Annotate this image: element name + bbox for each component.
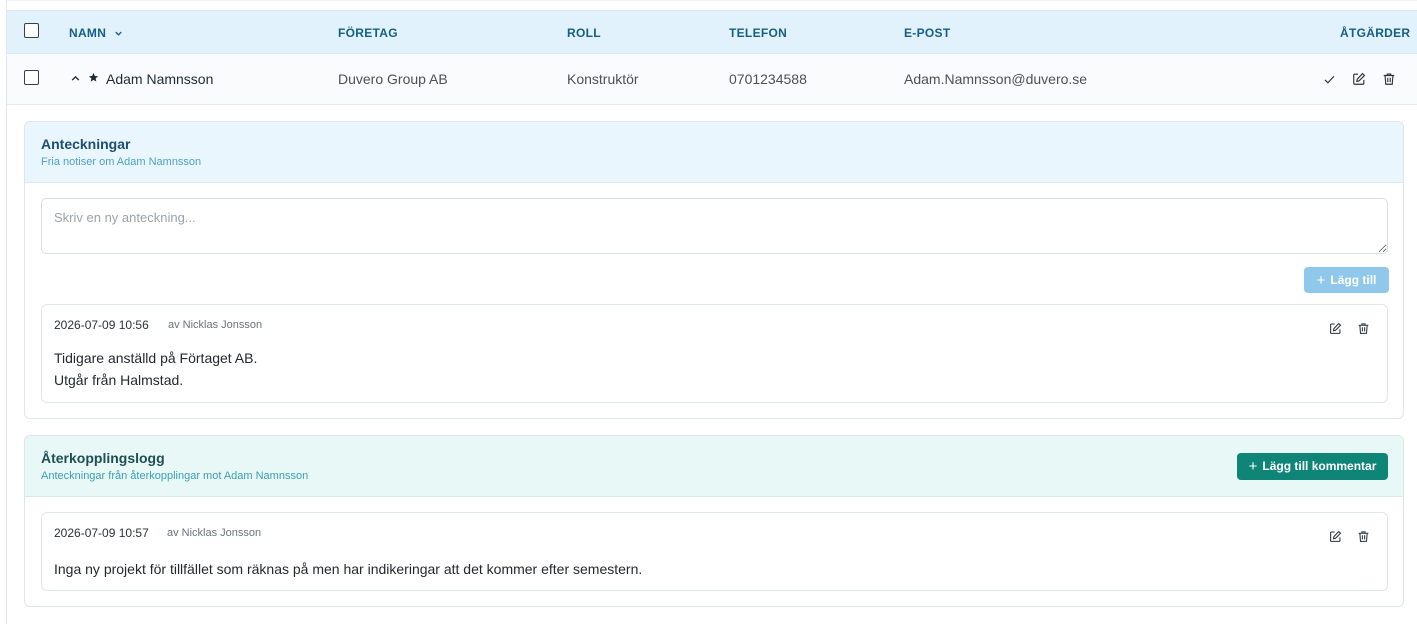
row-checkbox[interactable] [24,70,39,85]
select-all-checkbox[interactable] [24,23,39,38]
table-header: NAMN FÖRETAG ROLL TELEFON E-POST ÅTGÄRDE… [7,10,1417,54]
feedback-date: 2026-07-09 10:57 [54,526,149,540]
add-comment-button[interactable]: + Lägg till kommentar [1237,453,1388,480]
add-comment-label: Lägg till kommentar [1262,459,1377,473]
notes-subtitle: Fria notiser om Adam Namnsson [41,156,202,168]
edit-icon[interactable] [1352,72,1366,86]
chevron-up-icon[interactable] [70,73,81,84]
feedback-log-panel: Återkopplingslogg Anteckningar från åter… [24,435,1404,607]
feedback-text: Inga ny projekt för tillfället som räkna… [54,561,643,577]
trash-icon[interactable] [1357,322,1370,335]
note-author: av Nicklas Jonsson [168,319,263,331]
add-note-label: Lägg till [1330,272,1377,287]
contact-company: Duvero Group AB [338,71,448,87]
plus-icon: + [1248,458,1258,475]
new-note-input[interactable] [41,198,1388,254]
trash-icon[interactable] [1357,530,1370,543]
feedback-log-subtitle: Anteckningar från återkopplingar mot Ada… [41,470,309,482]
note-text: Tidigare anställd på Förtaget AB. Utgår … [54,347,257,391]
column-header-actions: ÅTGÄRDER [1340,26,1411,40]
contact-role: Konstruktör [567,71,639,87]
column-header-email[interactable]: E-POST [904,26,950,40]
column-header-role[interactable]: ROLL [567,26,601,40]
contact-email: Adam.Namnsson@duvero.se [904,71,1088,87]
column-header-phone[interactable]: TELEFON [729,26,787,40]
notes-title: Anteckningar [41,136,131,152]
chevron-down-icon [114,29,123,38]
column-header-name-label: NAMN [69,26,107,40]
feedback-author: av Nicklas Jonsson [167,527,262,539]
edit-icon[interactable] [1329,322,1342,335]
feedback-entry: 2026-07-09 10:57 av Nicklas Jonsson Inga… [41,512,1388,591]
table-row[interactable]: Adam Namnsson Duvero Group AB Konstruktö… [7,54,1417,105]
column-header-company[interactable]: FÖRETAG [338,26,398,40]
note-text-line: Utgår från Halmstad. [54,372,184,388]
note-entry: 2026-07-09 10:56 av Nicklas Jonsson Tidi… [41,304,1388,403]
plus-icon: + [1316,271,1326,289]
check-icon[interactable] [1323,73,1336,86]
contact-name[interactable]: Adam Namnsson [106,71,213,87]
trash-icon[interactable] [1382,72,1396,86]
note-text-line: Tidigare anställd på Förtaget AB. [54,350,258,366]
contact-phone: 0701234588 [729,71,807,87]
notes-panel: Anteckningar Fria notiser om Adam Namnss… [24,121,1404,419]
feedback-log-title: Återkopplingslogg [41,450,165,466]
edit-icon[interactable] [1329,530,1342,543]
note-date: 2026-07-09 10:56 [54,318,149,332]
star-icon[interactable] [88,72,99,83]
contacts-table: NAMN FÖRETAG ROLL TELEFON E-POST ÅTGÄRDE… [6,0,1417,624]
notes-panel-header: Anteckningar Fria notiser om Adam Namnss… [25,122,1403,183]
column-header-name[interactable]: NAMN [69,26,123,40]
add-note-button[interactable]: + Lägg till [1304,267,1389,293]
feedback-log-header: Återkopplingslogg Anteckningar från åter… [25,436,1403,497]
